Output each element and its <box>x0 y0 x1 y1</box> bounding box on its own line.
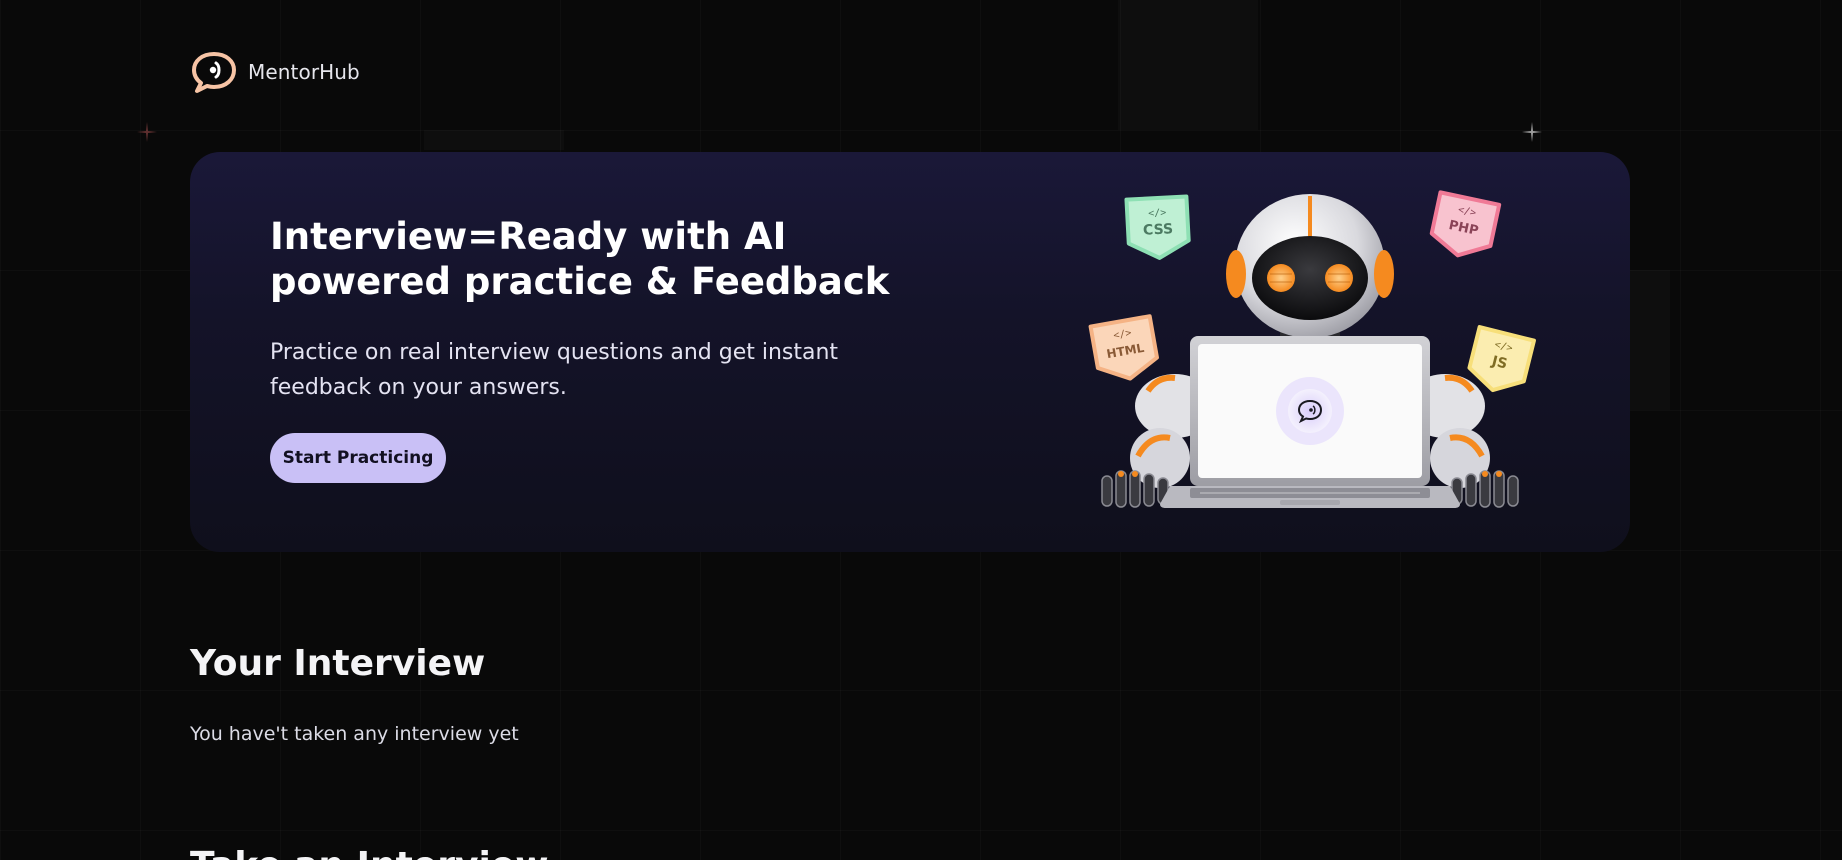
css-badge-label: CSS <box>1143 221 1174 239</box>
robot-head <box>1226 194 1394 341</box>
sparkle-icon <box>137 122 157 142</box>
chat-bubble-sound-icon[interactable] <box>190 50 238 94</box>
app-header: MentorHub <box>190 50 360 94</box>
page: MentorHub Interview=Ready with AI powere… <box>0 0 1842 860</box>
background-tile <box>424 130 564 150</box>
hero-title: Interview=Ready with AI powered practice… <box>270 215 890 303</box>
html-badge: </> HTML <box>1088 314 1159 381</box>
laptop <box>1160 336 1460 508</box>
sparkle-icon <box>1522 122 1542 142</box>
php-badge: </> PHP <box>1429 190 1502 258</box>
hero-subtitle: Practice on real interview questions and… <box>270 340 839 400</box>
take-interview-heading: Take an Interview <box>190 845 548 860</box>
your-interview-heading: Your Interview <box>190 643 486 684</box>
hero-banner: Interview=Ready with AI powered practice… <box>190 152 1630 552</box>
start-practicing-button[interactable]: Start Practicing <box>270 433 446 483</box>
background-tile <box>1118 0 1258 130</box>
css-badge: </> CSS <box>1124 194 1191 260</box>
no-interviews-message: You have't taken any interview yet <box>190 723 519 745</box>
background-tile <box>1630 270 1670 410</box>
robot-laptop-illustration: </> CSS </> PHP </> HTML </> JS <box>1088 190 1536 508</box>
css-badge-symbol: </> <box>1148 208 1167 220</box>
brand-name[interactable]: MentorHub <box>248 60 360 84</box>
